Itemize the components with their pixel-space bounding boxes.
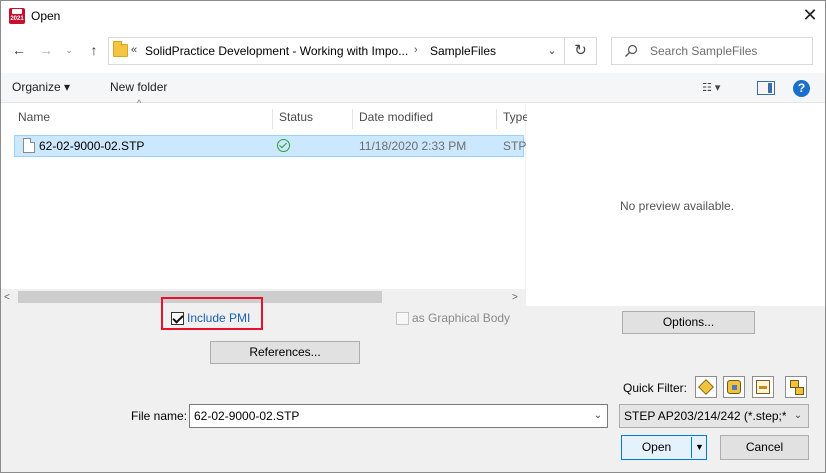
breadcrumb-segment[interactable]: SampleFiles (430, 44, 496, 58)
horizontal-scrollbar[interactable]: < > (0, 289, 526, 306)
search-input[interactable] (650, 42, 800, 60)
open-button[interactable]: Open ▼ (621, 435, 707, 460)
column-header-date-modified[interactable]: Date modified (353, 109, 497, 129)
open-button-label[interactable]: Open (622, 436, 691, 459)
recent-locations-button[interactable]: ⌄ (58, 39, 80, 61)
file-type-select[interactable]: STEP AP203/214/242 (*.step;*.st ⌄ (619, 404, 809, 428)
search-box[interactable] (611, 37, 813, 65)
address-bar[interactable]: « SolidPractice Development - Working wi… (108, 37, 565, 65)
column-header-type[interactable]: Type (497, 109, 527, 129)
forward-button[interactable]: → (35, 39, 57, 61)
options-button[interactable]: Options... (622, 311, 755, 334)
open-button-divider (691, 437, 692, 458)
refresh-button[interactable]: ↻ (565, 37, 597, 65)
cancel-button[interactable]: Cancel (720, 435, 809, 460)
type-cell: STP (503, 139, 527, 153)
date-modified-cell: 11/18/2020 2:33 PM (359, 139, 467, 153)
dialog-footer: Include PMI as Graphical Body Options...… (0, 297, 826, 473)
folder-icon (113, 41, 128, 57)
scroll-right-arrow-icon[interactable]: > (512, 289, 524, 306)
help-icon[interactable]: ? (793, 80, 810, 97)
graphical-body-checkbox[interactable] (396, 312, 409, 325)
search-icon (625, 44, 638, 57)
open-options-dropdown-icon[interactable]: ▼ (693, 436, 706, 459)
new-folder-button[interactable]: New folder (110, 80, 167, 94)
scroll-left-arrow-icon[interactable]: < (4, 289, 16, 306)
file-name-label: File name: (131, 409, 188, 423)
address-dropdown-icon[interactable]: ⌄ (542, 41, 562, 61)
filter-parts-icon[interactable] (695, 376, 717, 398)
preview-pane: No preview available. (527, 104, 826, 305)
command-bar: Organize ▾ New folder ☷ ▾ ? (0, 73, 826, 103)
file-name-dropdown-icon[interactable]: ⌄ (589, 407, 607, 425)
close-button[interactable]: ✕ (796, 2, 824, 30)
sort-ascending-icon: ^ (137, 98, 142, 108)
file-type-dropdown-icon[interactable]: ⌄ (790, 408, 806, 424)
file-name-combobox[interactable]: ⌄ (189, 404, 608, 428)
breadcrumb-segment[interactable]: SolidPractice Development - Working with… (145, 44, 408, 58)
file-name-input[interactable] (194, 408, 584, 424)
file-row-selected[interactable]: 62-02-9000-02.STP 11/18/2020 2:33 PM STP (14, 135, 527, 157)
graphical-body-label: as Graphical Body (412, 311, 511, 325)
filter-assemblies-icon[interactable] (723, 376, 745, 398)
preview-pane-icon[interactable] (757, 81, 775, 95)
quick-filter-label: Quick Filter: (623, 381, 688, 395)
window-title: Open (31, 9, 61, 23)
filter-top-level-assemblies-icon[interactable] (785, 376, 807, 398)
solidworks-app-icon: 2021 (9, 8, 25, 24)
column-header-status[interactable]: Status (273, 109, 353, 129)
file-name-cell: 62-02-9000-02.STP (39, 139, 145, 153)
filter-drawings-icon[interactable] (752, 376, 774, 398)
file-icon (23, 138, 35, 153)
breadcrumb-overflow[interactable]: « (131, 44, 137, 56)
back-button[interactable]: ← (8, 39, 30, 61)
no-preview-text: No preview available. (620, 199, 735, 213)
up-button[interactable]: ↑ (83, 39, 105, 61)
file-type-value: STEP AP203/214/242 (*.step;*.st (624, 409, 786, 423)
change-view-button[interactable]: ☷ ▾ (702, 81, 740, 97)
include-pmi-label[interactable]: Include PMI (187, 311, 250, 325)
file-list[interactable]: ^ Name Status Date modified Type 62-02-9… (0, 98, 527, 305)
status-available-icon (277, 139, 290, 152)
column-header-name[interactable]: Name (12, 109, 273, 129)
organize-button[interactable]: Organize ▾ (12, 80, 70, 94)
references-button[interactable]: References... (210, 341, 360, 364)
title-bar: 2021 Open ✕ (0, 0, 826, 32)
breadcrumb-separator[interactable]: › (414, 44, 418, 56)
include-pmi-checkbox[interactable] (171, 312, 184, 325)
